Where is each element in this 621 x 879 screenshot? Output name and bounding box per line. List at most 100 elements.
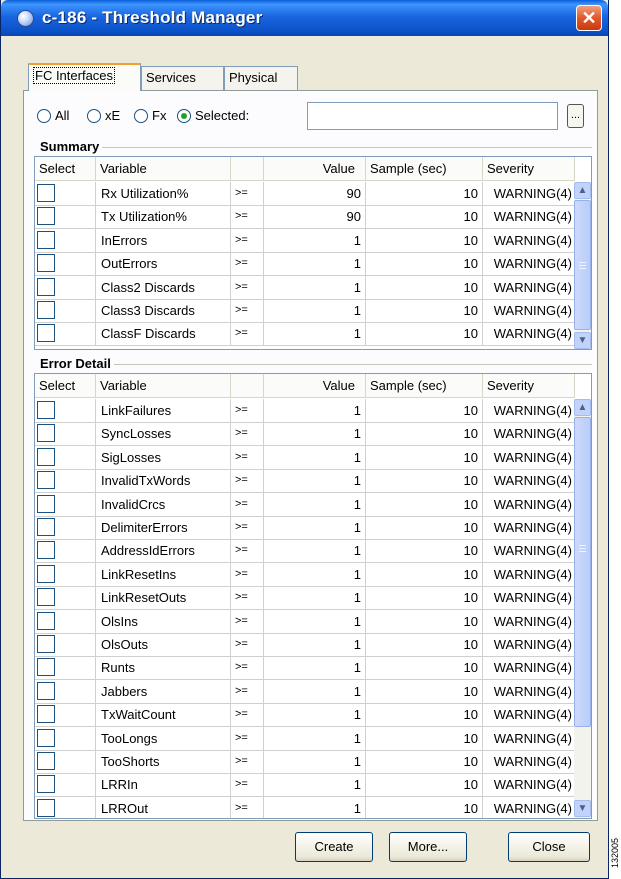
select-checkbox[interactable]	[37, 658, 55, 677]
sample-cell[interactable]: 10	[366, 422, 483, 447]
tab-fc-interfaces[interactable]: FC Interfaces	[28, 63, 141, 91]
sample-cell[interactable]: 10	[366, 703, 483, 728]
operator-cell[interactable]: >=	[231, 422, 264, 447]
operator-cell[interactable]: >=	[231, 679, 264, 704]
value-cell[interactable]: 1	[264, 492, 366, 517]
value-cell[interactable]: 1	[264, 399, 366, 423]
value-cell[interactable]: 1	[264, 539, 366, 564]
sample-cell[interactable]: 10	[366, 275, 483, 300]
radio-xe[interactable]	[87, 109, 101, 123]
table-row[interactable]: Jabbers >= 1 10 WARNING(4)	[35, 679, 575, 704]
scroll-up-icon[interactable]: ▲	[574, 182, 591, 199]
sample-cell[interactable]: 10	[366, 516, 483, 540]
scroll-thumb[interactable]	[574, 200, 591, 330]
value-cell[interactable]: 90	[264, 205, 366, 230]
value-cell[interactable]: 1	[264, 750, 366, 774]
value-cell[interactable]: 90	[264, 182, 366, 206]
table-row[interactable]: SyncLosses >= 1 10 WARNING(4)	[35, 422, 575, 447]
operator-cell[interactable]: >=	[231, 299, 264, 323]
sample-cell[interactable]: 10	[366, 299, 483, 323]
table-row[interactable]: OlsIns >= 1 10 WARNING(4)	[35, 609, 575, 634]
select-checkbox[interactable]	[37, 424, 55, 443]
severity-cell[interactable]: WARNING(4)	[483, 773, 575, 798]
scroll-down-icon[interactable]: ▼	[574, 800, 591, 817]
sample-cell[interactable]: 10	[366, 492, 483, 517]
table-row[interactable]: InvalidTxWords >= 1 10 WARNING(4)	[35, 469, 575, 494]
selected-interfaces-field[interactable]	[307, 102, 558, 130]
select-checkbox[interactable]	[37, 752, 55, 770]
value-cell[interactable]: 1	[264, 633, 366, 657]
column-header-operator[interactable]	[231, 374, 264, 398]
select-checkbox[interactable]	[37, 207, 55, 226]
operator-cell[interactable]: >=	[231, 750, 264, 774]
severity-cell[interactable]: WARNING(4)	[483, 726, 575, 751]
operator-cell[interactable]: >=	[231, 228, 264, 253]
severity-cell[interactable]: WARNING(4)	[483, 252, 575, 277]
column-header-value[interactable]: Value	[264, 374, 366, 398]
operator-cell[interactable]: >=	[231, 205, 264, 230]
severity-cell[interactable]: WARNING(4)	[483, 586, 575, 611]
table-row[interactable]: DelimiterErrors >= 1 10 WARNING(4)	[35, 516, 575, 540]
summary-scrollbar[interactable]: ▲ ▼	[574, 182, 591, 349]
operator-cell[interactable]: >=	[231, 539, 264, 564]
sample-cell[interactable]: 10	[366, 750, 483, 774]
operator-cell[interactable]: >=	[231, 275, 264, 300]
table-row[interactable]: LRRIn >= 1 10 WARNING(4)	[35, 773, 575, 798]
table-row[interactable]: TooLongs >= 1 10 WARNING(4)	[35, 726, 575, 751]
operator-cell[interactable]: >=	[231, 773, 264, 798]
sample-cell[interactable]: 10	[366, 469, 483, 494]
select-checkbox[interactable]	[37, 230, 55, 249]
severity-cell[interactable]: WARNING(4)	[483, 703, 575, 728]
severity-cell[interactable]: WARNING(4)	[483, 516, 575, 540]
title-bar[interactable]: c-186 - Threshold Manager ✕	[1, 0, 608, 36]
select-checkbox[interactable]	[37, 681, 55, 700]
select-checkbox[interactable]	[37, 705, 55, 724]
severity-cell[interactable]: WARNING(4)	[483, 633, 575, 657]
value-cell[interactable]: 1	[264, 656, 366, 681]
select-checkbox[interactable]	[37, 254, 55, 273]
radio-selected[interactable]	[177, 109, 191, 123]
value-cell[interactable]: 1	[264, 228, 366, 253]
value-cell[interactable]: 1	[264, 469, 366, 494]
operator-cell[interactable]: >=	[231, 252, 264, 277]
column-header-select[interactable]: Select	[35, 374, 96, 398]
select-checkbox[interactable]	[37, 728, 55, 747]
close-button[interactable]: Close	[508, 832, 590, 862]
table-row[interactable]: TooShorts >= 1 10 WARNING(4)	[35, 750, 575, 774]
sample-cell[interactable]: 10	[366, 562, 483, 587]
value-cell[interactable]: 1	[264, 773, 366, 798]
sample-cell[interactable]: 10	[366, 679, 483, 704]
operator-cell[interactable]: >=	[231, 562, 264, 587]
sample-cell[interactable]: 10	[366, 656, 483, 681]
column-header-operator[interactable]	[231, 157, 264, 181]
operator-cell[interactable]: >=	[231, 469, 264, 494]
radio-all[interactable]	[37, 109, 51, 123]
column-header-sample[interactable]: Sample (sec)	[366, 157, 483, 181]
tab-physical[interactable]: Physical	[224, 66, 298, 90]
table-row[interactable]: Class3 Discards >= 1 10 WARNING(4)	[35, 299, 575, 323]
operator-cell[interactable]: >=	[231, 703, 264, 728]
sample-cell[interactable]: 10	[366, 445, 483, 470]
operator-cell[interactable]: >=	[231, 516, 264, 540]
tab-services[interactable]: Services	[141, 66, 224, 90]
sample-cell[interactable]: 10	[366, 539, 483, 564]
operator-cell[interactable]: >=	[231, 182, 264, 206]
select-checkbox[interactable]	[37, 494, 55, 513]
create-button[interactable]: Create	[295, 832, 373, 862]
select-checkbox[interactable]	[37, 588, 55, 607]
value-cell[interactable]: 1	[264, 726, 366, 751]
value-cell[interactable]: 1	[264, 586, 366, 611]
operator-cell[interactable]: >=	[231, 586, 264, 611]
table-row[interactable]: LinkResetOuts >= 1 10 WARNING(4)	[35, 586, 575, 611]
more-button[interactable]: More...	[389, 832, 467, 862]
sample-cell[interactable]: 10	[366, 182, 483, 206]
table-row[interactable]: LRROut >= 1 10 WARNING(4)	[35, 796, 575, 818]
select-checkbox[interactable]	[37, 277, 55, 296]
sample-cell[interactable]: 10	[366, 399, 483, 423]
table-row[interactable]: LinkFailures >= 1 10 WARNING(4)	[35, 399, 575, 423]
column-header-severity[interactable]: Severity	[483, 374, 575, 398]
select-checkbox[interactable]	[37, 301, 55, 319]
select-checkbox[interactable]	[37, 518, 55, 536]
severity-cell[interactable]: WARNING(4)	[483, 750, 575, 774]
severity-cell[interactable]: WARNING(4)	[483, 609, 575, 634]
